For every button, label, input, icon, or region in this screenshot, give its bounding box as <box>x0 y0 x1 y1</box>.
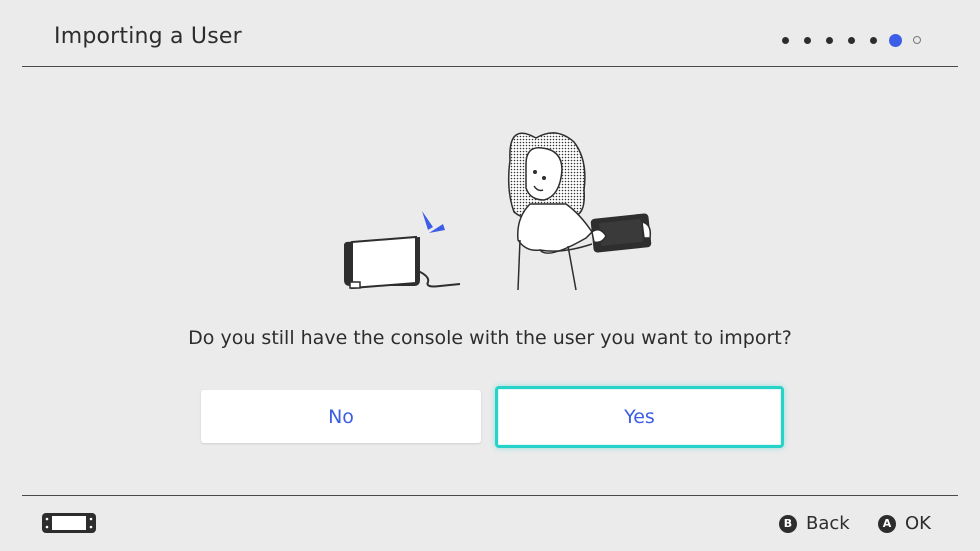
progress-dot <box>782 36 789 44</box>
question-text: Do you still have the console with the u… <box>188 327 792 349</box>
a-button-icon: A <box>878 514 896 533</box>
ok-label: OK <box>905 513 931 534</box>
handheld-console-icon <box>42 513 96 533</box>
progress-dots <box>782 33 921 47</box>
progress-dot <box>826 36 833 44</box>
ok-hint[interactable]: A OK <box>878 513 931 534</box>
back-hint[interactable]: B Back <box>779 513 850 534</box>
progress-dot-pending <box>913 36 921 44</box>
back-label: Back <box>806 513 850 534</box>
footer-divider <box>22 495 958 496</box>
header-divider <box>22 66 958 67</box>
progress-dot <box>804 36 811 44</box>
no-button[interactable]: No <box>201 390 481 443</box>
progress-dot-current <box>889 33 902 47</box>
import-illustration <box>344 132 652 291</box>
b-button-icon: B <box>779 514 797 533</box>
header: Importing a User <box>0 0 980 67</box>
progress-dot <box>848 36 855 44</box>
page-title: Importing a User <box>54 24 242 49</box>
yes-button[interactable]: Yes <box>495 386 784 448</box>
progress-dot <box>870 36 877 44</box>
person-icon <box>507 132 652 291</box>
console-dock-icon <box>344 235 461 290</box>
